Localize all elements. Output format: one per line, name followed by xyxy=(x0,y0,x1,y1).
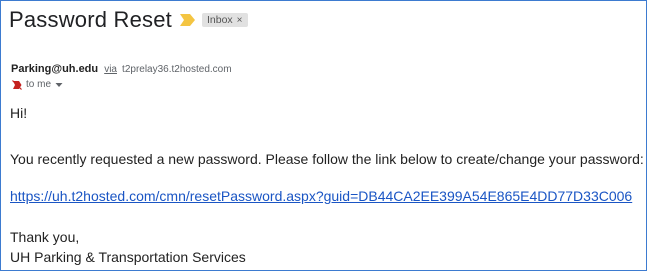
not-important-icon[interactable] xyxy=(12,79,22,90)
recipient-label: to me xyxy=(26,79,52,90)
email-view: Password Reset Inbox × Parking@uh.edu vi… xyxy=(0,0,647,271)
inbox-label-text: Inbox xyxy=(206,14,233,26)
email-subject: Password Reset xyxy=(9,7,172,32)
recipient-row: to me xyxy=(12,79,63,90)
subject-row: Password Reset Inbox × xyxy=(9,7,248,33)
relay-host: t2prelay36.t2hosted.com xyxy=(122,64,232,75)
remove-label-button[interactable]: × xyxy=(237,15,243,26)
sender-email[interactable]: Parking@uh.edu xyxy=(11,63,98,75)
email-closing: Thank you, xyxy=(10,229,80,245)
inbox-label-chip: Inbox × xyxy=(201,13,248,27)
sender-row: Parking@uh.edu via t2prelay36.t2hosted.c… xyxy=(11,63,232,75)
reset-password-link[interactable]: https://uh.t2hosted.com/cmn/resetPasswor… xyxy=(10,188,632,204)
email-message: You recently requested a new password. P… xyxy=(10,151,644,167)
email-greeting: Hi! xyxy=(10,105,28,121)
via-link[interactable]: via xyxy=(104,64,117,75)
importance-marker-icon[interactable] xyxy=(179,14,195,26)
email-signature: UH Parking & Transportation Services xyxy=(10,249,246,265)
chevron-down-icon[interactable] xyxy=(55,82,63,88)
